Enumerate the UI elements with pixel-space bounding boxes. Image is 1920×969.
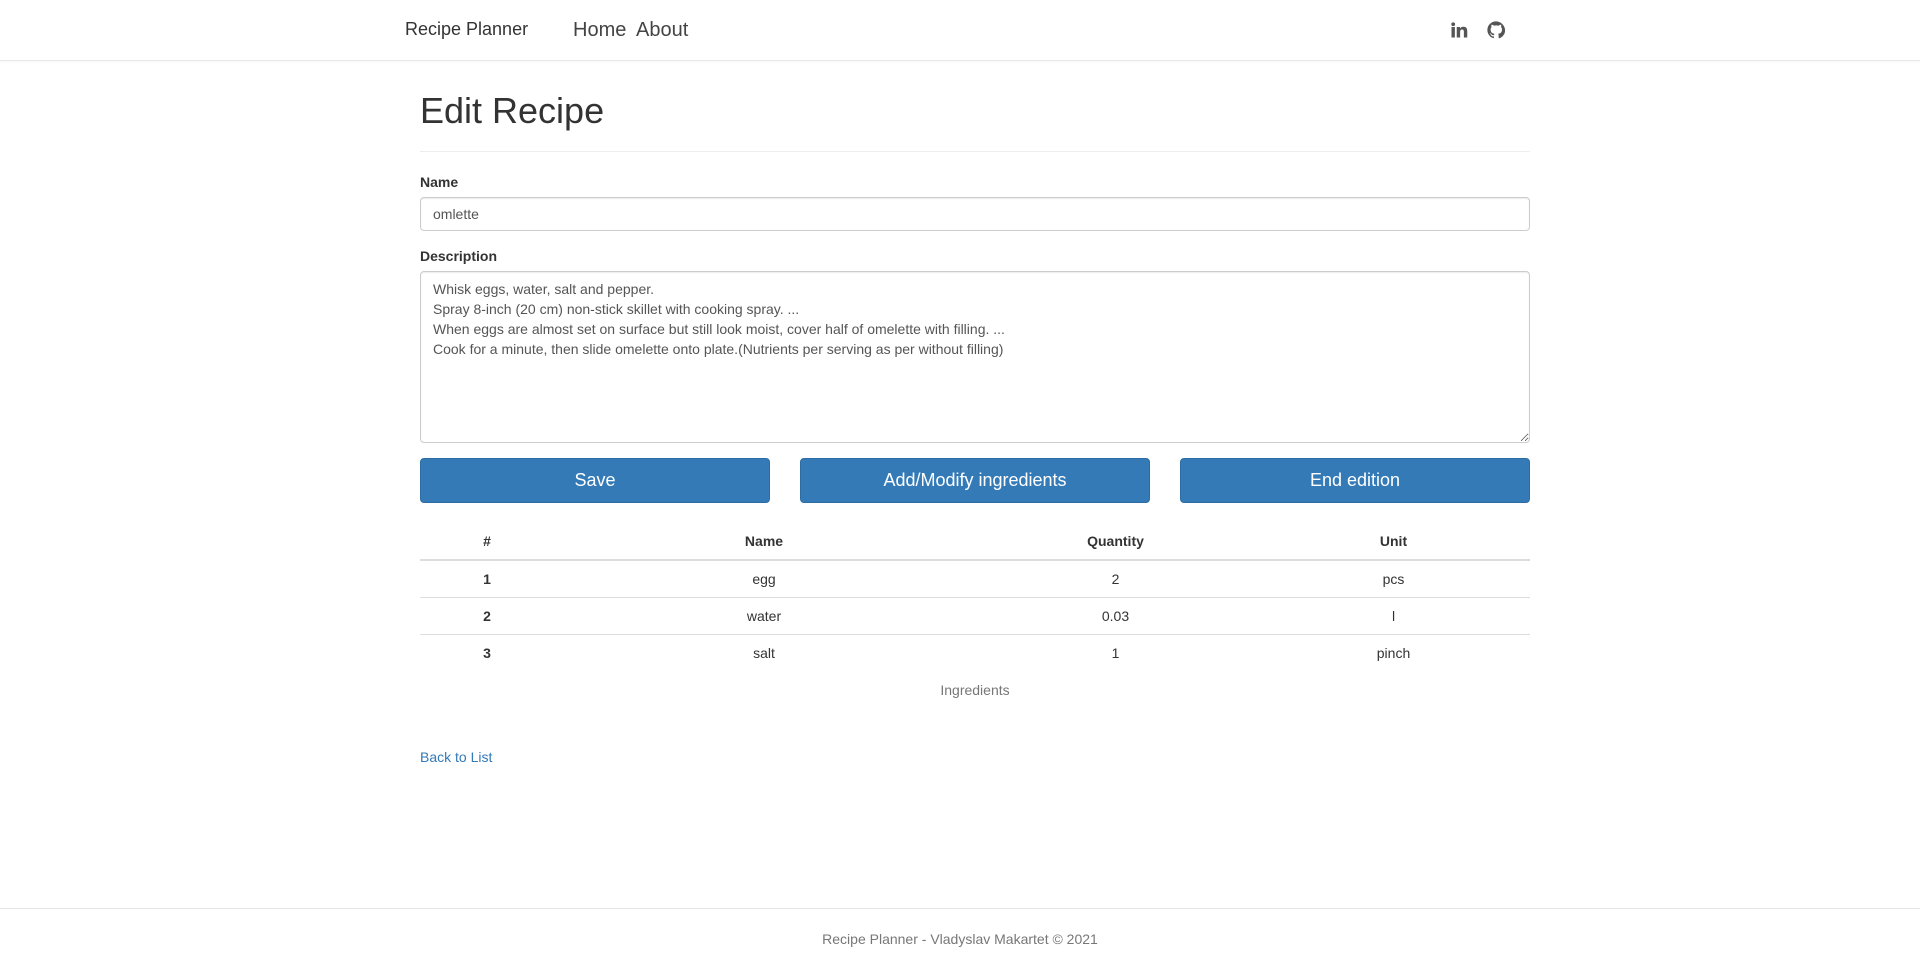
- description-textarea[interactable]: Whisk eggs, water, salt and pepper. Spra…: [420, 271, 1530, 443]
- ingredients-table: # Name Quantity Unit 1 egg 2 pcs 2 water…: [420, 523, 1530, 671]
- modify-ingredients-button[interactable]: Add/Modify ingredients: [800, 458, 1150, 503]
- cell-number: 2: [420, 596, 554, 634]
- nav-about-link[interactable]: About: [636, 19, 688, 42]
- brand-link[interactable]: Recipe Planner: [405, 19, 528, 40]
- table-row: 2 water 0.03 l: [420, 596, 1530, 634]
- page-title: Edit Recipe: [420, 90, 605, 131]
- title-divider: [420, 151, 1530, 152]
- back-to-list-link[interactable]: Back to List: [420, 749, 492, 765]
- cell-name: salt: [554, 633, 974, 671]
- table-header-row: # Name Quantity Unit: [420, 523, 1530, 561]
- table-row: 1 egg 2 pcs: [420, 560, 1530, 597]
- cell-unit: pcs: [1382, 570, 1405, 587]
- cell-unit: l: [1257, 596, 1530, 634]
- save-button[interactable]: Save: [420, 458, 770, 503]
- column-header-name: Name: [554, 523, 974, 561]
- description-label: Description: [420, 248, 498, 264]
- column-header-number: #: [420, 523, 554, 561]
- cell-unit: pinch: [1257, 633, 1530, 671]
- nav-home-link[interactable]: Home: [573, 19, 626, 42]
- cell-number: 3: [420, 633, 554, 671]
- end-edition-button[interactable]: End edition: [1180, 458, 1530, 503]
- footer-text: Recipe Planner - Vladyslav Makartet © 20…: [822, 931, 1098, 947]
- cell-quantity: 2: [1111, 570, 1120, 587]
- name-label: Name: [420, 174, 459, 190]
- cell-name: egg: [752, 570, 776, 587]
- column-header-unit: Unit: [1257, 523, 1530, 561]
- linkedin-icon[interactable]: [1447, 18, 1471, 42]
- cell-number: 1: [483, 570, 491, 587]
- github-icon[interactable]: [1484, 18, 1508, 42]
- table-row: 3 salt 1 pinch: [420, 633, 1530, 671]
- cell-name: water: [554, 596, 974, 634]
- name-input[interactable]: [420, 197, 1530, 231]
- footer-divider: [0, 908, 1920, 909]
- table-caption: Ingredients: [940, 682, 1010, 698]
- navbar: Recipe Planner Home About: [0, 0, 1920, 61]
- cell-quantity: 1: [974, 633, 1257, 671]
- column-header-quantity: Quantity: [974, 523, 1257, 561]
- cell-quantity: 0.03: [974, 596, 1257, 634]
